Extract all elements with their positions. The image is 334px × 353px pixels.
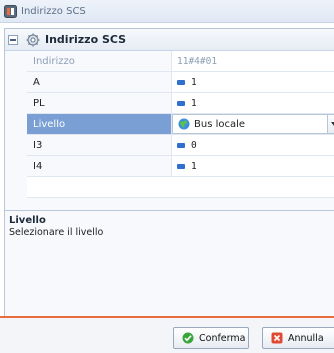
group-header[interactable]: Indirizzo SCS bbox=[5, 29, 334, 51]
property-row-indirizzo: Indirizzo 11#4#01 bbox=[27, 51, 334, 72]
close-icon bbox=[271, 332, 283, 344]
livello-select[interactable]: Bus locale bbox=[172, 114, 334, 134]
empty-row bbox=[27, 177, 334, 198]
property-row-i4[interactable]: I4 1 bbox=[27, 156, 334, 177]
property-value-i4[interactable]: 1 bbox=[172, 156, 334, 176]
confirm-label: Conferma bbox=[199, 332, 246, 344]
property-name: Livello bbox=[27, 114, 172, 134]
property-value-text: 1 bbox=[191, 76, 197, 88]
numeric-icon bbox=[177, 142, 185, 148]
property-grid: Indirizzo SCS Indirizzo 11#4#01 A 1 PL 1… bbox=[4, 28, 334, 318]
property-row-i3[interactable]: I3 0 bbox=[27, 135, 334, 156]
numeric-icon bbox=[177, 100, 185, 106]
group-title: Indirizzo SCS bbox=[45, 33, 127, 46]
gear-icon bbox=[26, 33, 40, 47]
property-rows: Indirizzo 11#4#01 A 1 PL 1 Livello Bus l… bbox=[27, 51, 334, 177]
description-text: Selezionare il livello bbox=[9, 227, 104, 238]
app-icon bbox=[4, 4, 17, 18]
property-row-a[interactable]: A 1 bbox=[27, 72, 334, 93]
property-name: A bbox=[27, 72, 172, 92]
cancel-button[interactable]: Annulla bbox=[262, 327, 334, 349]
property-value-text: 0 bbox=[191, 139, 197, 151]
property-name: I3 bbox=[27, 135, 172, 155]
dropdown-button[interactable] bbox=[327, 115, 334, 133]
property-value-text: 1 bbox=[191, 97, 197, 109]
collapse-toggle-icon[interactable] bbox=[8, 34, 18, 45]
property-name: I4 bbox=[27, 156, 172, 176]
livello-value: Bus locale bbox=[194, 118, 246, 130]
property-value-indirizzo: 11#4#01 bbox=[172, 51, 334, 71]
property-value-a[interactable]: 1 bbox=[172, 72, 334, 92]
property-value-text: 1 bbox=[191, 160, 197, 172]
dialog-footer: Conferma Annulla bbox=[0, 318, 334, 353]
confirm-button[interactable]: Conferma bbox=[173, 327, 249, 349]
globe-icon bbox=[178, 118, 190, 130]
cancel-label: Annulla bbox=[288, 332, 324, 344]
check-icon bbox=[182, 332, 194, 344]
property-row-livello[interactable]: Livello Bus locale bbox=[27, 114, 334, 135]
description-title: Livello bbox=[9, 215, 46, 226]
numeric-icon bbox=[177, 163, 185, 169]
title-bar: Indirizzo SCS bbox=[0, 0, 334, 23]
property-row-pl[interactable]: PL 1 bbox=[27, 93, 334, 114]
numeric-icon bbox=[177, 79, 185, 85]
window-title: Indirizzo SCS bbox=[21, 5, 86, 17]
property-name: Indirizzo bbox=[27, 51, 172, 71]
property-value-i3[interactable]: 0 bbox=[172, 135, 334, 155]
property-value-pl[interactable]: 1 bbox=[172, 93, 334, 113]
property-name: PL bbox=[27, 93, 172, 113]
description-panel: Livello Selezionare il livello bbox=[5, 210, 334, 317]
